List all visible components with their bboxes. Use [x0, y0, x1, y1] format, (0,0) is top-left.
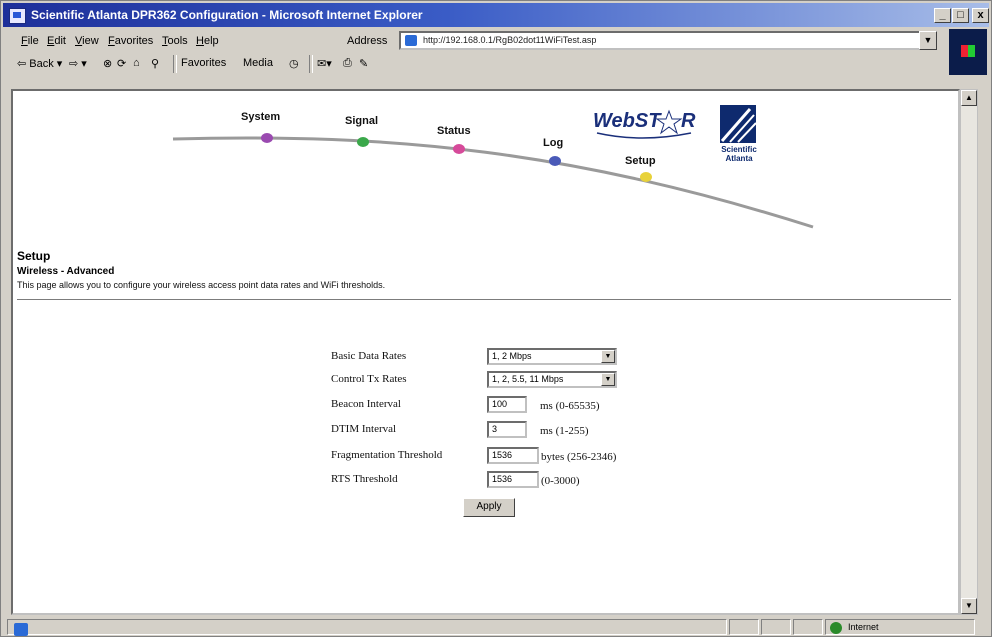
page-status-icon — [14, 623, 28, 636]
refresh-icon[interactable]: ⟳ — [117, 57, 126, 70]
menu-tools[interactable]: Tools — [162, 35, 188, 47]
address-dropdown-icon[interactable]: ▼ — [919, 31, 937, 50]
beacon-interval-input[interactable]: 100 — [487, 396, 527, 413]
scroll-down-icon[interactable]: ▼ — [961, 598, 977, 614]
menu-view[interactable]: View — [75, 35, 99, 47]
scroll-up-icon[interactable]: ▲ — [961, 90, 977, 106]
nav-dot-log — [549, 156, 561, 166]
toolbar-separator — [309, 55, 313, 73]
windows-logo-icon — [949, 29, 987, 75]
nav-dot-setup — [640, 172, 652, 182]
search-icon[interactable]: ⚲ — [151, 57, 159, 70]
nav-status[interactable]: Status — [437, 125, 471, 137]
nav-log[interactable]: Log — [543, 137, 563, 149]
beacon-interval-unit: ms (0-65535) — [540, 400, 600, 412]
browser-window: Scientific Atlanta DPR362 Configuration … — [0, 0, 992, 637]
dtim-interval-label: DTIM Interval — [331, 423, 397, 435]
vertical-scrollbar[interactable]: ▲ ▼ — [960, 89, 978, 615]
webstar-logo: WebST R — [593, 109, 696, 139]
apply-button[interactable]: Apply — [463, 498, 515, 517]
page-icon — [405, 35, 417, 46]
fragmentation-threshold-input[interactable]: 1536 — [487, 447, 539, 464]
rts-threshold-unit: (0-3000) — [541, 475, 580, 487]
dtim-interval-input[interactable]: 3 — [487, 421, 527, 438]
dtim-interval-unit: ms (1-255) — [540, 425, 589, 437]
address-bar[interactable]: http://192.168.0.1/RgB02dot11WiFiTest.as… — [399, 31, 937, 50]
scientific-atlanta-logo: Scientific Atlanta — [710, 105, 768, 175]
fragmentation-threshold-unit: bytes (256-2346) — [541, 451, 617, 463]
history-icon[interactable]: ◷ — [289, 57, 299, 70]
basic-data-rates-select[interactable]: 1, 2 Mbps ▼ — [487, 348, 617, 365]
nav-dot-signal — [357, 137, 369, 147]
favorites-button[interactable]: Favorites — [181, 57, 226, 69]
toolbar-separator — [173, 55, 177, 73]
stop-icon[interactable]: ⊗ — [103, 57, 112, 70]
maximize-button[interactable]: □ — [952, 8, 969, 23]
home-icon[interactable]: ⌂ — [133, 57, 140, 69]
media-button[interactable]: Media — [243, 57, 273, 69]
svg-text:WebST: WebST — [593, 110, 662, 132]
print-icon[interactable]: ⎙ — [343, 57, 352, 70]
address-url: http://192.168.0.1/RgB02dot11WiFiTest.as… — [423, 35, 597, 45]
toolbar: ⇦ Back ▾ ⇨ ▾ ⊗ ⟳ ⌂ ⚲ Favorites Media ◷ ✉… — [3, 53, 947, 75]
chevron-down-icon: ▼ — [601, 373, 615, 386]
forward-button[interactable]: ⇨ ▾ — [69, 57, 87, 70]
nav-signal[interactable]: Signal — [345, 115, 378, 127]
nav-system[interactable]: System — [241, 111, 280, 123]
status-message-panel — [7, 619, 727, 636]
nav-dot-system — [261, 133, 273, 143]
page-description: This page allows you to configure your w… — [17, 280, 386, 290]
nav-setup[interactable]: Setup — [625, 155, 656, 167]
edit-icon[interactable]: ✎ — [359, 57, 368, 70]
window-title: Scientific Atlanta DPR362 Configuration … — [31, 8, 423, 22]
page-title: Setup — [17, 249, 51, 263]
mail-icon[interactable]: ✉▾ — [317, 57, 332, 70]
status-bar: Internet — [3, 617, 989, 636]
minimize-button[interactable]: _ — [934, 8, 951, 23]
menu-edit[interactable]: Edit — [47, 35, 66, 47]
back-button[interactable]: ⇦ Back ▾ — [17, 57, 62, 70]
control-tx-rates-label: Control Tx Rates — [331, 373, 407, 385]
page-subtitle: Wireless - Advanced — [17, 266, 115, 277]
beacon-interval-label: Beacon Interval — [331, 398, 401, 410]
chevron-down-icon: ▼ — [601, 350, 615, 363]
page-content: System Signal Status Log Setup WebST R S… — [11, 89, 960, 615]
menu-help[interactable]: Help — [196, 35, 219, 47]
address-label: Address — [347, 35, 388, 47]
rts-threshold-label: RTS Threshold — [331, 473, 398, 485]
nav-dot-status — [453, 144, 465, 154]
status-panel — [793, 619, 823, 635]
status-panel — [729, 619, 759, 635]
control-tx-rates-select[interactable]: 1, 2, 5.5, 11 Mbps ▼ — [487, 371, 617, 388]
ie-icon — [9, 8, 26, 24]
zone-label: Internet — [848, 622, 879, 632]
basic-data-rates-label: Basic Data Rates — [331, 350, 407, 362]
close-button[interactable]: x — [972, 8, 989, 23]
fragmentation-threshold-label: Fragmentation Threshold — [331, 449, 443, 461]
sa-logo-text: Scientific Atlanta — [721, 145, 757, 163]
divider — [17, 299, 951, 300]
zone-panel: Internet — [825, 619, 975, 635]
title-bar: Scientific Atlanta DPR362 Configuration … — [3, 3, 989, 27]
menu-file[interactable]: File — [21, 35, 39, 47]
status-panel — [761, 619, 791, 635]
svg-text:R: R — [681, 110, 696, 132]
rts-threshold-input[interactable]: 1536 — [487, 471, 539, 488]
menu-favorites[interactable]: Favorites — [108, 35, 153, 47]
globe-icon — [830, 622, 842, 634]
